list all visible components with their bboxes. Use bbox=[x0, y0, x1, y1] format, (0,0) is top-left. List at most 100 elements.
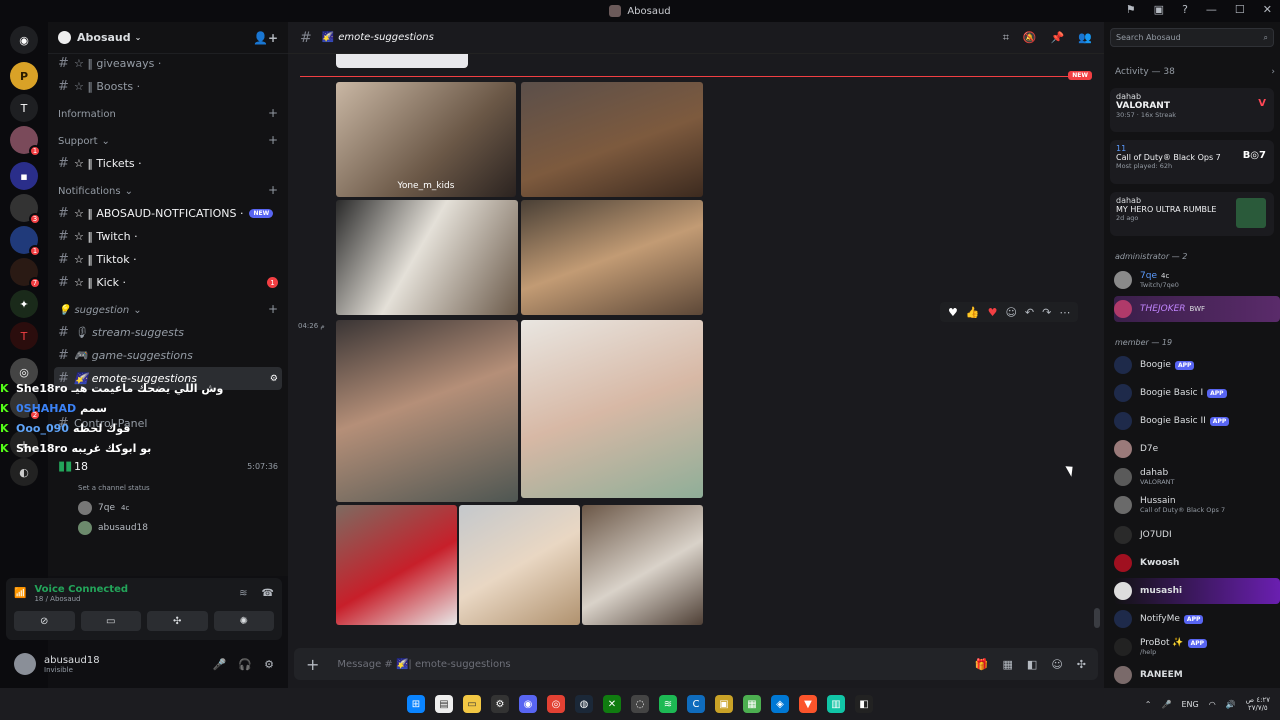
voice-member[interactable]: 7qe 4c bbox=[48, 498, 288, 518]
camera-off-button[interactable]: ⊘ bbox=[14, 611, 75, 631]
language-indicator[interactable]: ENG bbox=[1181, 700, 1198, 709]
app-icon[interactable]: ▥ bbox=[827, 695, 845, 713]
avatar[interactable] bbox=[14, 653, 36, 675]
discord-home-icon[interactable]: ◉ bbox=[10, 26, 38, 54]
server-icon[interactable]: ✦ bbox=[10, 290, 38, 318]
emote-image[interactable] bbox=[582, 505, 703, 625]
clock[interactable]: ٤:٢٧ ص ٢٧/٧/٥ bbox=[1246, 696, 1270, 712]
voice-channel[interactable]: ▮▮ 18 5:07:36 bbox=[48, 455, 288, 478]
disconnect-icon[interactable]: ☎ bbox=[262, 588, 274, 599]
volume-icon[interactable]: 🔊 bbox=[1226, 700, 1236, 709]
chevron-up-icon[interactable]: ⌃ bbox=[1145, 700, 1152, 709]
add-channel-icon[interactable]: + bbox=[268, 302, 278, 316]
emote-image[interactable] bbox=[521, 82, 703, 197]
obs-icon[interactable]: ◌ bbox=[631, 695, 649, 713]
app-icon[interactable]: ▣ bbox=[715, 695, 733, 713]
discover-icon[interactable]: ◐ bbox=[10, 458, 38, 486]
server-icon[interactable]: 2 bbox=[10, 390, 41, 421]
screen-share-button[interactable]: ▭ bbox=[80, 611, 141, 631]
category-support[interactable]: Support ⌄ + bbox=[48, 125, 288, 152]
add-channel-icon[interactable]: + bbox=[268, 133, 278, 147]
category-information[interactable]: Information + bbox=[48, 98, 288, 125]
xbox-icon[interactable]: ✕ bbox=[603, 695, 621, 713]
wifi-icon[interactable]: ◠ bbox=[1209, 700, 1216, 709]
member-row[interactable]: Boogie Basic I APP bbox=[1114, 380, 1274, 406]
reaction-heart-red-icon[interactable]: ♥ bbox=[988, 306, 998, 319]
channel-tiktok[interactable]: # ☆ ‖ Tiktok · bbox=[48, 248, 288, 271]
settings-icon[interactable]: ⚙ bbox=[491, 695, 509, 713]
gif-icon[interactable]: ▦ bbox=[1003, 658, 1013, 671]
channel-boosts[interactable]: # ☆ ‖ Boosts · bbox=[48, 75, 288, 98]
emote-image[interactable] bbox=[336, 320, 518, 502]
add-channel-icon[interactable]: + bbox=[268, 183, 278, 197]
minimize-button[interactable]: — bbox=[1206, 3, 1217, 16]
sticker-icon[interactable]: ◧ bbox=[1027, 658, 1037, 671]
chrome-icon[interactable]: ◎ bbox=[547, 695, 565, 713]
add-channel-icon[interactable]: + bbox=[268, 106, 278, 120]
channel-stream-suggests[interactable]: # 🎙 stream-suggests bbox=[48, 321, 288, 344]
start-icon[interactable]: ⊞ bbox=[407, 695, 425, 713]
reaction-thumbs-up-icon[interactable]: 👍 bbox=[966, 306, 980, 319]
channel-control-panel[interactable]: # Control-Panel bbox=[48, 412, 288, 435]
member-row[interactable]: ProBot ✨ APP/help bbox=[1114, 634, 1274, 660]
settings-icon[interactable]: ⚙ bbox=[270, 374, 278, 384]
discord-icon[interactable]: ◉ bbox=[519, 695, 537, 713]
emote-image[interactable] bbox=[521, 320, 703, 498]
server-icon[interactable]: T bbox=[10, 322, 38, 350]
activity-card[interactable]: 11 Call of Duty® Black Ops 7 Most played… bbox=[1110, 140, 1274, 184]
member-row[interactable]: Boogie APP bbox=[1114, 352, 1274, 378]
app-icon[interactable]: ◧ bbox=[855, 695, 873, 713]
microphone-icon[interactable]: 🎤 bbox=[213, 658, 227, 671]
notifications-muted-icon[interactable]: 🔕 bbox=[1023, 31, 1037, 45]
search-input[interactable]: Search Abosaud ⌕ bbox=[1110, 28, 1274, 47]
spotify-icon[interactable]: ≋ bbox=[659, 695, 677, 713]
minecraft-icon[interactable]: ▦ bbox=[743, 695, 761, 713]
help-icon[interactable]: ? bbox=[1182, 3, 1188, 16]
server-icon[interactable]: ▪ bbox=[10, 162, 38, 190]
member-row[interactable]: D7e bbox=[1114, 436, 1274, 462]
forward-icon[interactable]: ↷ bbox=[1042, 306, 1051, 319]
channel-game-suggestions[interactable]: # 🎮 game-suggestions bbox=[48, 344, 288, 367]
window-icon[interactable]: ▣ bbox=[1154, 3, 1164, 16]
emote-image[interactable] bbox=[521, 200, 703, 315]
message-composer[interactable]: + Message # 🌠| emote-suggestions 🎁 ▦ ◧ ☺… bbox=[294, 648, 1098, 680]
member-row[interactable]: dahab VALORANT bbox=[1114, 464, 1274, 490]
category-notifications[interactable]: Notifications ⌄ + bbox=[48, 175, 288, 202]
steam-icon[interactable]: ◍ bbox=[575, 695, 593, 713]
headset-icon[interactable]: 🎧 bbox=[238, 658, 252, 671]
app-icon[interactable]: ◈ bbox=[771, 695, 789, 713]
soundboard-button[interactable]: ✺ bbox=[213, 611, 274, 631]
file-explorer-icon[interactable]: ▭ bbox=[463, 695, 481, 713]
server-icon[interactable]: P bbox=[10, 62, 38, 90]
member-row[interactable]: RANEEM bbox=[1114, 662, 1274, 688]
inbox-icon[interactable]: ⚑ bbox=[1126, 3, 1136, 16]
channel-giveaways[interactable]: # ☆ ‖ giveaways · bbox=[48, 52, 288, 75]
maximize-button[interactable]: ☐ bbox=[1235, 3, 1245, 16]
channel-tickets[interactable]: # ☆ ‖ Tickets · bbox=[48, 152, 288, 175]
invite-people-icon[interactable]: 👤+ bbox=[253, 31, 278, 45]
reaction-heart-white-icon[interactable]: ♥ bbox=[948, 306, 958, 319]
brave-icon[interactable]: ▼ bbox=[799, 695, 817, 713]
add-server-icon[interactable]: + bbox=[10, 430, 38, 458]
channel-emote-suggestions[interactable]: # 🌠 emote-suggestions ⚙ bbox=[54, 367, 282, 390]
reply-icon[interactable]: ↶ bbox=[1025, 306, 1034, 319]
emoji-icon[interactable]: ☺ bbox=[1051, 658, 1062, 671]
server-icon[interactable]: 3 bbox=[10, 194, 41, 225]
gear-icon[interactable]: ⚙ bbox=[264, 658, 274, 671]
threads-icon[interactable]: ⌗ bbox=[1003, 31, 1009, 45]
emote-image[interactable]: Yone_m_kids bbox=[336, 82, 516, 197]
server-icon[interactable]: ◎ bbox=[10, 358, 38, 386]
member-row[interactable]: THEJOKER BWF bbox=[1114, 296, 1280, 322]
voice-channel-name[interactable]: 18 / Abosaud bbox=[34, 595, 128, 603]
member-row[interactable]: JO7UDI bbox=[1114, 522, 1274, 548]
channel-status-prompt[interactable]: Set a channel status bbox=[48, 478, 288, 498]
member-row[interactable]: NotifyMe APP bbox=[1114, 606, 1274, 632]
activities-button[interactable]: ✣ bbox=[147, 611, 208, 631]
member-row[interactable]: Hussain Call of Duty® Black Ops 7 bbox=[1114, 492, 1274, 518]
activity-card[interactable]: dahab MY HERO ULTRA RUMBLE 2d ago bbox=[1110, 192, 1274, 236]
channel-kick[interactable]: # ☆ ‖ Kick · 1 bbox=[48, 271, 288, 294]
apps-icon[interactable]: ✣ bbox=[1077, 658, 1086, 671]
close-button[interactable]: ✕ bbox=[1263, 3, 1272, 16]
add-reaction-icon[interactable]: ☺ bbox=[1005, 306, 1016, 319]
emote-image[interactable] bbox=[336, 505, 457, 625]
